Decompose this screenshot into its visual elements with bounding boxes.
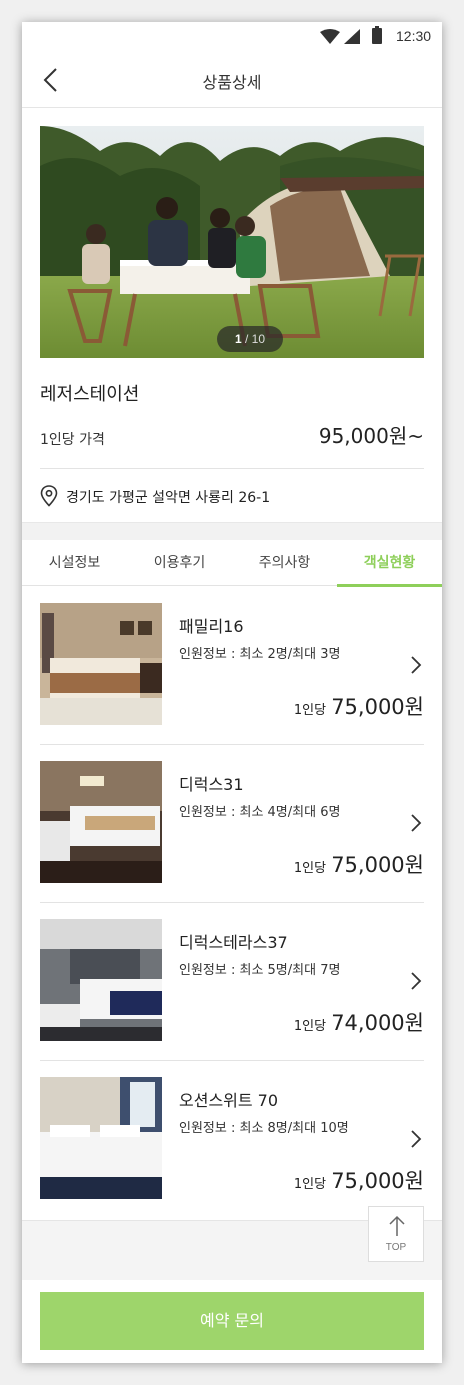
chevron-right-icon [411, 1130, 422, 1148]
room-name: 오션스위트 70 [179, 1091, 279, 1110]
room-capacity: 인원정보 : 최소 5명/최대 7명 [179, 963, 341, 978]
pager-current: 1 [234, 332, 242, 346]
tab-notices[interactable]: 주의사항 [232, 540, 337, 586]
room-price-amount: 75,000원 [331, 695, 424, 719]
room-name: 디럭스테라스37 [179, 933, 288, 952]
product-image-carousel[interactable]: 1 / 10 [40, 126, 424, 358]
phone-screen: 12:30 상품상세 1 / 10 레저스테이션 1인당 가격 95,000원~… [22, 22, 442, 1363]
wifi-icon [320, 29, 340, 44]
product-name: 레저스테이션 [40, 384, 140, 405]
pager-separator: / [244, 332, 249, 346]
page-title: 상품상세 [202, 73, 262, 92]
divider [40, 468, 424, 469]
scroll-top-button[interactable]: TOP [368, 1206, 424, 1262]
chevron-right-icon [411, 656, 422, 674]
reservation-inquiry-button[interactable]: 예약 문의 [40, 1292, 424, 1350]
room-price: 1인당 74,000원 [294, 1007, 424, 1037]
pager-total: 10 [251, 332, 266, 346]
signal-icon [344, 29, 360, 44]
chevron-right-icon [411, 972, 422, 990]
tab-room-status[interactable]: 객실현황 [337, 540, 442, 587]
tab-facility-info[interactable]: 시설정보 [22, 540, 127, 586]
location-pin-icon [40, 485, 58, 507]
room-price-unit: 1인당 [293, 861, 327, 876]
scroll-top-label: TOP [385, 1242, 407, 1253]
chevron-right-icon [411, 814, 422, 832]
section-gap [22, 522, 442, 540]
room-thumbnail [40, 1077, 162, 1199]
room-price-unit: 1인당 [293, 1019, 327, 1034]
room-name: 패밀리16 [179, 617, 244, 636]
price-value: 95,000원~ [318, 424, 424, 448]
battery-icon [372, 26, 382, 44]
room-price: 1인당 75,000원 [294, 691, 424, 721]
room-price-amount: 74,000원 [331, 1011, 424, 1035]
room-thumbnail [40, 761, 162, 883]
room-price: 1인당 75,000원 [294, 1165, 424, 1195]
room-thumbnail [40, 603, 162, 725]
app-header: 상품상세 [22, 52, 442, 108]
room-capacity: 인원정보 : 최소 2명/최대 3명 [179, 647, 341, 662]
price-label: 1인당 가격 [40, 432, 105, 448]
room-price: 1인당 75,000원 [294, 849, 424, 879]
detail-tabs: 시설정보 이용후기 주의사항 객실현황 [22, 540, 442, 587]
room-thumbnail [40, 919, 162, 1041]
bottom-bar: 예약 문의 [22, 1280, 442, 1363]
camping-photo [40, 126, 424, 358]
room-item[interactable]: 패밀리16 인원정보 : 최소 2명/최대 3명 1인당 75,000원 [40, 587, 424, 745]
room-price-amount: 75,000원 [331, 853, 424, 877]
room-price-unit: 1인당 [293, 1177, 327, 1192]
room-item[interactable]: 디럭스31 인원정보 : 최소 4명/최대 6명 1인당 75,000원 [40, 745, 424, 903]
room-price-amount: 75,000원 [331, 1169, 424, 1193]
room-item[interactable]: 오션스위트 70 인원정보 : 최소 8명/최대 10명 1인당 75,000원 [40, 1061, 424, 1219]
room-name: 디럭스31 [179, 775, 244, 794]
room-capacity: 인원정보 : 최소 8명/최대 10명 [179, 1121, 349, 1136]
image-pager: 1 / 10 [217, 326, 283, 352]
room-item[interactable]: 디럭스테라스37 인원정보 : 최소 5명/최대 7명 1인당 74,000원 [40, 903, 424, 1061]
arrow-up-icon [389, 1215, 405, 1236]
tab-reviews[interactable]: 이용후기 [127, 540, 232, 586]
status-time: 12:30 [396, 28, 432, 44]
room-price-unit: 1인당 [293, 703, 327, 718]
room-capacity: 인원정보 : 최소 4명/최대 6명 [179, 805, 341, 820]
status-bar: 12:30 [22, 22, 442, 52]
address-text: 경기도 가평군 설악면 사룡리 26-1 [66, 490, 271, 506]
